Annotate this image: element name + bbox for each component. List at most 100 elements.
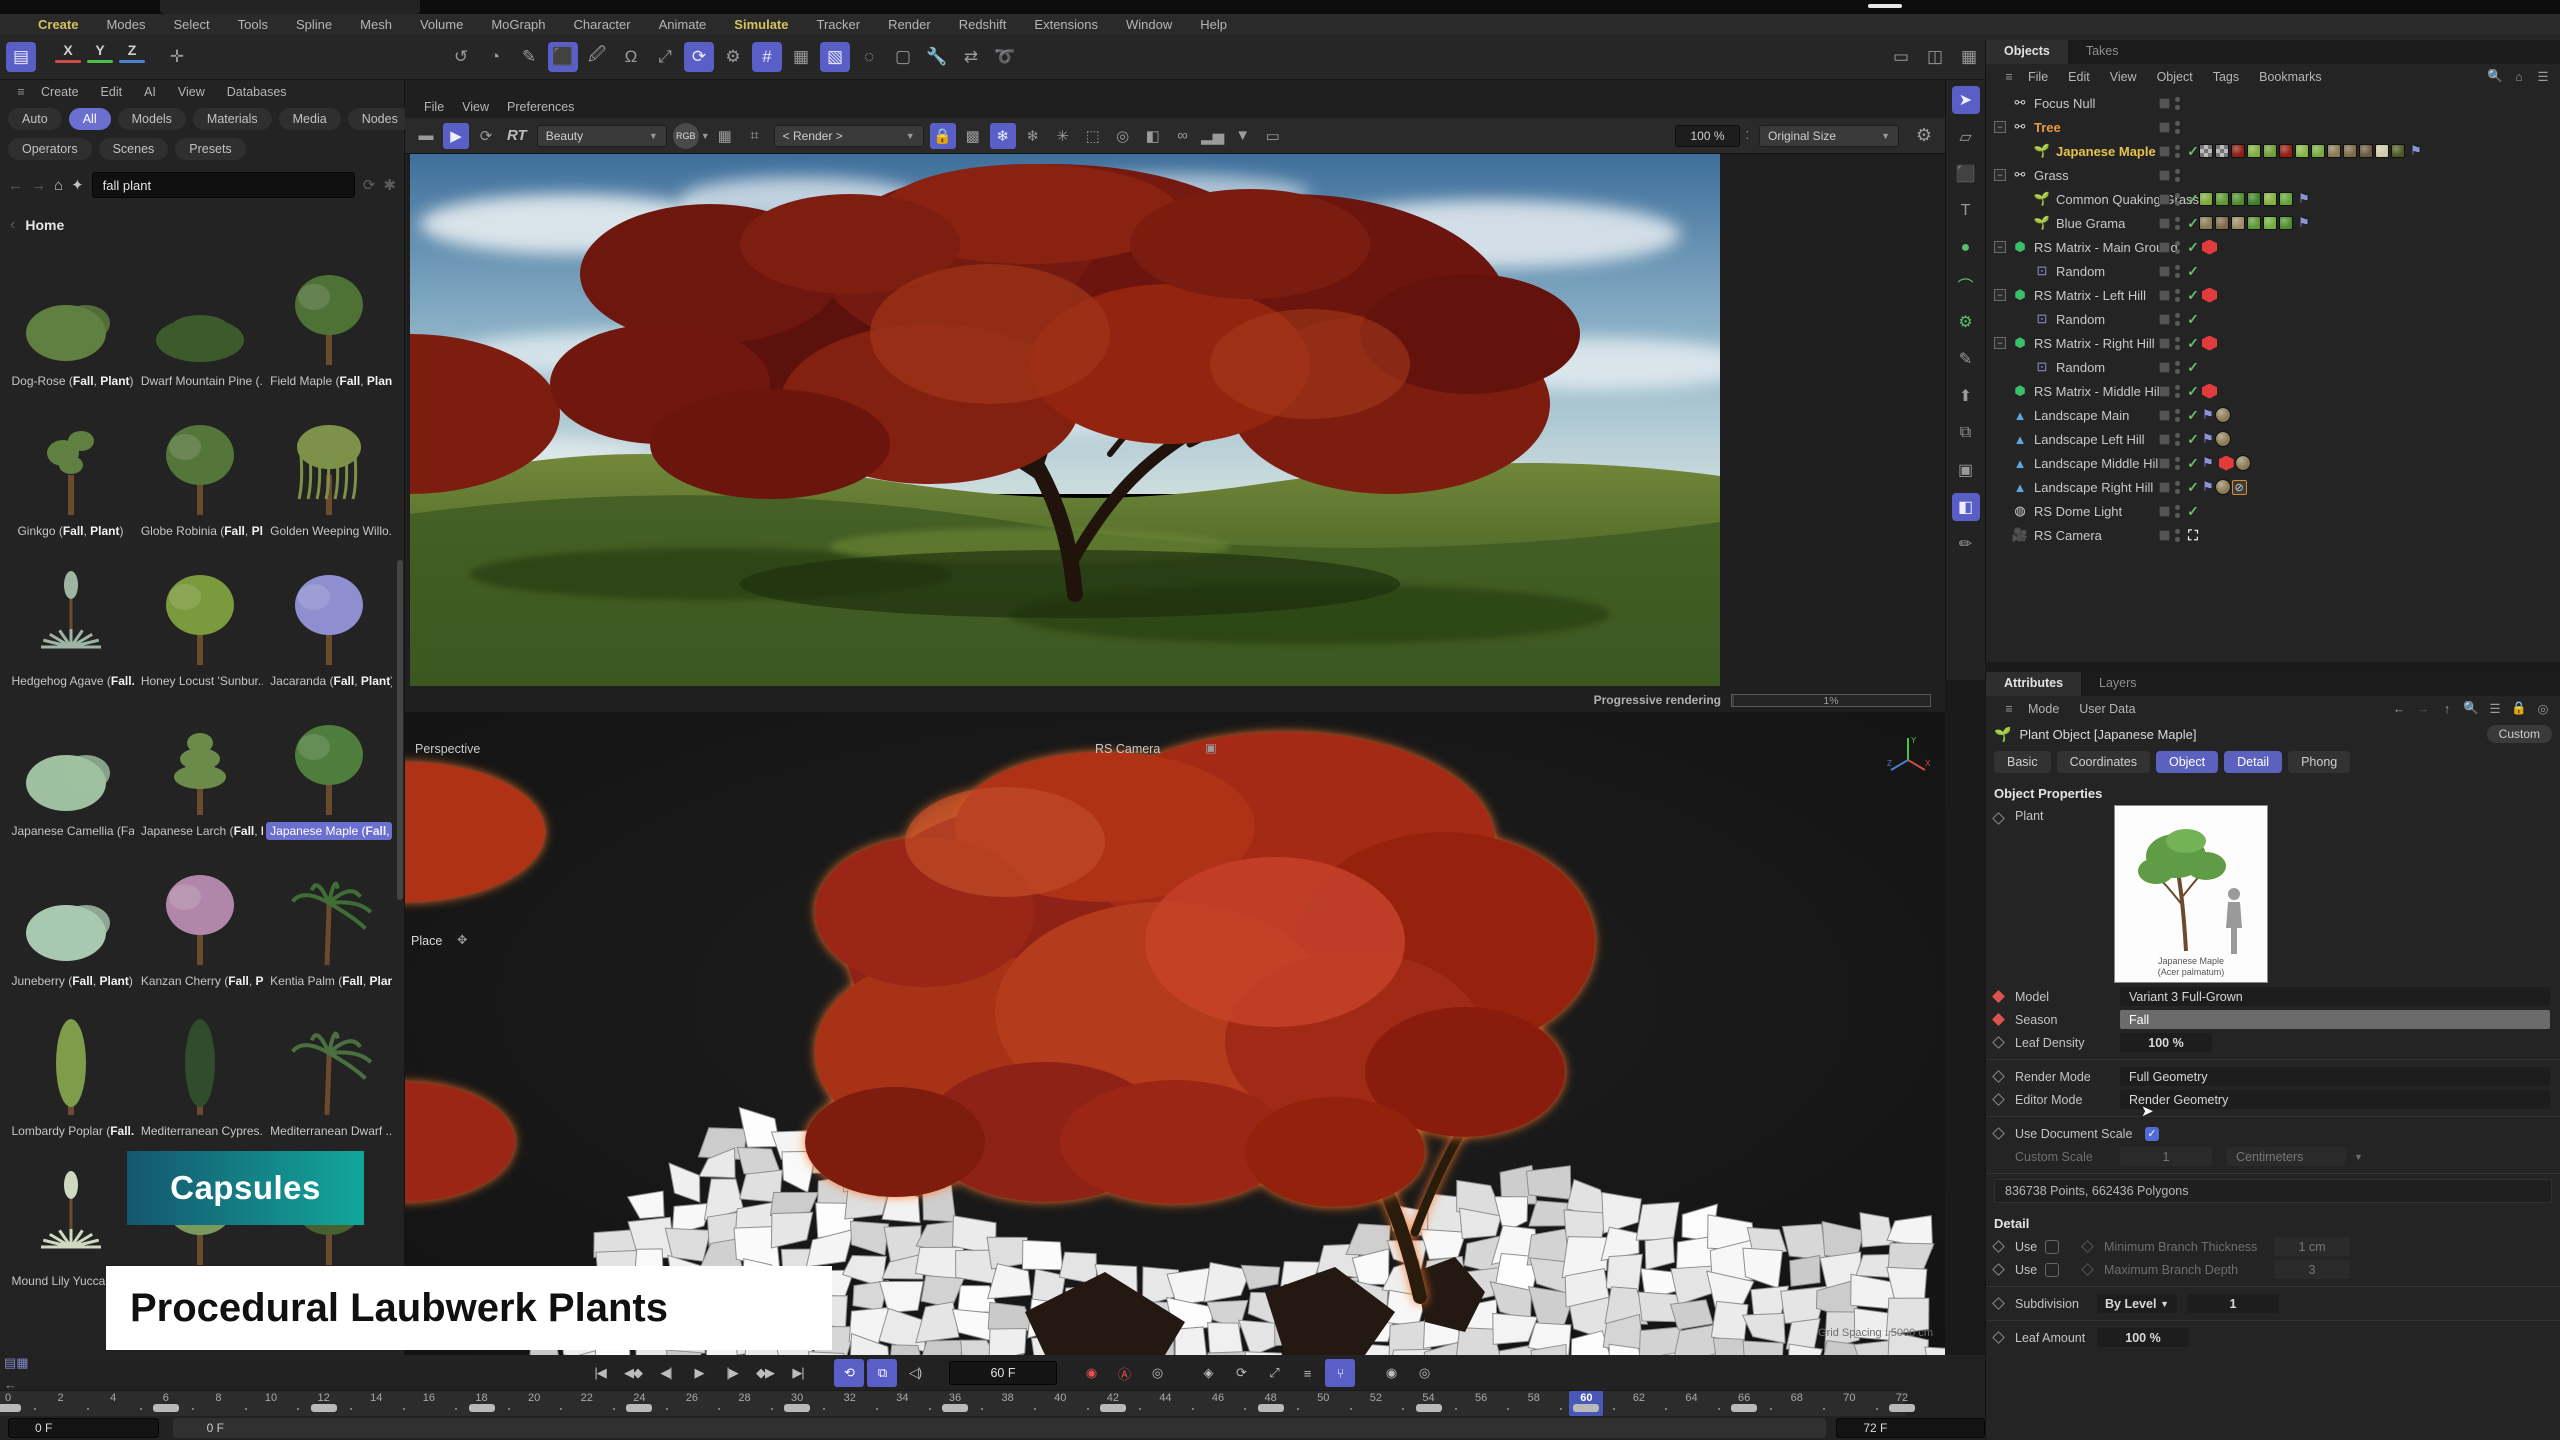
filter-icon[interactable]: ☰ [2534, 68, 2552, 86]
menu-simulate[interactable]: Simulate [720, 17, 802, 32]
asset-item[interactable]: Japanese Maple (Fall, ... [265, 690, 394, 840]
rt-label[interactable]: RT [507, 127, 527, 144]
material-swatch[interactable] [2199, 192, 2213, 206]
wrench-gear-icon[interactable]: 🔧 [922, 42, 952, 72]
quantize-icon[interactable]: ▧ [820, 42, 850, 72]
custom-button[interactable]: Custom [2487, 725, 2552, 743]
gear-tool-icon[interactable]: ⚙ [718, 42, 748, 72]
pen-icon[interactable]: ✎ [514, 42, 544, 72]
asset-tab-nodes[interactable]: Nodes [348, 108, 412, 130]
asset-item[interactable]: Japanese Larch (Fall, Pl... [135, 690, 264, 840]
clapper-icon[interactable]: ▬ [413, 123, 439, 149]
edit-chip[interactable] [2159, 122, 2170, 133]
asset-item[interactable]: Mediterranean Cypres... [135, 990, 264, 1140]
camera-icon[interactable]: ▣ [1205, 740, 1217, 755]
flag-tag-icon[interactable]: ⚑ [2202, 455, 2214, 471]
menu-mesh[interactable]: Mesh [346, 17, 406, 32]
layout-single-icon[interactable]: ▭ [1886, 42, 1916, 72]
range-end-field[interactable]: 72 F [1836, 1418, 1985, 1438]
keyframe-marker[interactable] [1573, 1404, 1599, 1412]
bend-deformer-icon[interactable]: ⌒ [1952, 271, 1980, 299]
perspective-viewport[interactable]: Perspective RS Camera ▣ Y X Z Place ✥ Gr… [405, 712, 1945, 1355]
play-icon[interactable]: ▶ [443, 123, 469, 149]
jump-end-icon[interactable]: ▶| [783, 1359, 813, 1387]
axis-lock-y[interactable]: Y [87, 42, 113, 72]
asset-scrollbar[interactable] [397, 560, 403, 900]
material-swatch[interactable] [2263, 192, 2277, 206]
preview-range-icon[interactable]: ⧉ [867, 1359, 897, 1387]
sound-icon[interactable]: ◁) [900, 1359, 930, 1387]
attr-menu-user-data[interactable]: User Data [2069, 702, 2145, 716]
menu-tracker[interactable]: Tracker [802, 17, 874, 32]
visibility-dots[interactable] [2175, 337, 2180, 350]
region-icon[interactable]: ⬚ [1080, 123, 1106, 149]
layers-icon[interactable]: ▤▦ [4, 1355, 29, 1371]
rotate-tool-icon[interactable]: ⟳ [684, 42, 714, 72]
visibility-dots[interactable] [2175, 457, 2180, 470]
play-icon[interactable]: ▶ [684, 1359, 714, 1387]
extrude-icon[interactable]: ⬆ [1952, 382, 1980, 410]
lasso-icon[interactable]: ➰ [990, 42, 1020, 72]
material-swatch[interactable] [2231, 192, 2245, 206]
render-mode-select[interactable]: Beauty ▼ [537, 125, 667, 147]
material-swatch[interactable] [2263, 216, 2277, 230]
visibility-dots[interactable] [2175, 169, 2180, 182]
material-swatch[interactable] [2247, 216, 2261, 230]
edit-chip[interactable] [2159, 314, 2170, 325]
visibility-dots[interactable] [2175, 481, 2180, 494]
render-mode-key-diamond[interactable] [1992, 1070, 2005, 1083]
keyframe-marker[interactable] [153, 1404, 179, 1412]
channel-button[interactable]: RGB [673, 123, 699, 149]
text-tool-icon[interactable]: T [1952, 197, 1980, 225]
save-icon[interactable]: ▼ [1230, 123, 1256, 149]
asset-tab-presets[interactable]: Presets [175, 138, 245, 160]
section-tab-detail[interactable]: Detail [2224, 751, 2282, 773]
lock-icon[interactable]: 🔒 [930, 123, 956, 149]
om-menu-view[interactable]: View [2100, 70, 2147, 84]
arrow-right-icon[interactable]: → [2414, 700, 2432, 718]
visibility-dots[interactable] [2175, 289, 2180, 302]
asset-tab-all[interactable]: All [69, 108, 111, 130]
edit-chip[interactable] [2159, 98, 2170, 109]
solo-on-icon[interactable]: ◎ [1409, 1359, 1439, 1387]
snapshot-icon[interactable]: ◎ [1110, 123, 1136, 149]
render-mode-select[interactable]: Full Geometry [2120, 1067, 2550, 1086]
object-row[interactable]: ▲Landscape Main✓⚑ [1986, 403, 2560, 427]
asset-item[interactable]: Globe Robinia (Fall, Pl... [135, 390, 264, 540]
material-swatch[interactable] [2263, 144, 2277, 158]
visibility-dots[interactable] [2175, 121, 2180, 134]
asset-item[interactable]: Dog-Rose (Fall, Plant) [6, 240, 135, 390]
visibility-dots[interactable] [2175, 193, 2180, 206]
asset-item[interactable]: Dwarf Mountain Pine (... [135, 240, 264, 390]
keyframe-marker[interactable] [1100, 1404, 1126, 1412]
undo-icon[interactable]: ↺ [446, 42, 476, 72]
menu-extensions[interactable]: Extensions [1020, 17, 1112, 32]
next-key-icon[interactable]: ◆▶ [750, 1359, 780, 1387]
redshift-tag-icon[interactable] [2202, 288, 2217, 303]
asset-tab-scenes[interactable]: Scenes [99, 138, 169, 160]
keyframe-button[interactable]: ◎ [1142, 1359, 1172, 1387]
position-key-icon[interactable]: ◈ [1193, 1359, 1223, 1387]
history-icon[interactable]: ◔ [480, 42, 510, 72]
refresh-icon[interactable]: ⟳ [473, 123, 499, 149]
object-row[interactable]: −⚯Tree [1986, 115, 2560, 139]
visibility-dots[interactable] [2175, 145, 2180, 158]
season-select[interactable]: Fall [2120, 1010, 2550, 1029]
object-row[interactable]: −⬢RS Matrix - Main Ground✓ [1986, 235, 2560, 259]
render-view-icon[interactable]: ◧ [1952, 493, 1980, 521]
keyframe-marker[interactable] [1258, 1404, 1284, 1412]
back-icon[interactable]: ← [8, 177, 23, 194]
menu-window[interactable]: Window [1112, 17, 1186, 32]
menu-animate[interactable]: Animate [645, 17, 721, 32]
renderview-menu-view[interactable]: View [453, 100, 498, 114]
pla-key-icon[interactable]: ⑂ [1325, 1359, 1355, 1387]
edit-chip[interactable] [2159, 194, 2170, 205]
asset-item[interactable]: Golden Weeping Willo... [265, 390, 394, 540]
refresh-icon[interactable]: ⟳ [363, 176, 376, 194]
material-swatch[interactable] [2391, 144, 2405, 158]
subdivision-field[interactable]: 1 [2187, 1294, 2279, 1313]
flag-tag-icon[interactable]: ⚑ [2298, 215, 2310, 231]
material-swatch[interactable] [2279, 216, 2293, 230]
target-icon[interactable]: ◎ [2534, 700, 2552, 718]
layout-split-icon[interactable]: ◫ [1920, 42, 1950, 72]
